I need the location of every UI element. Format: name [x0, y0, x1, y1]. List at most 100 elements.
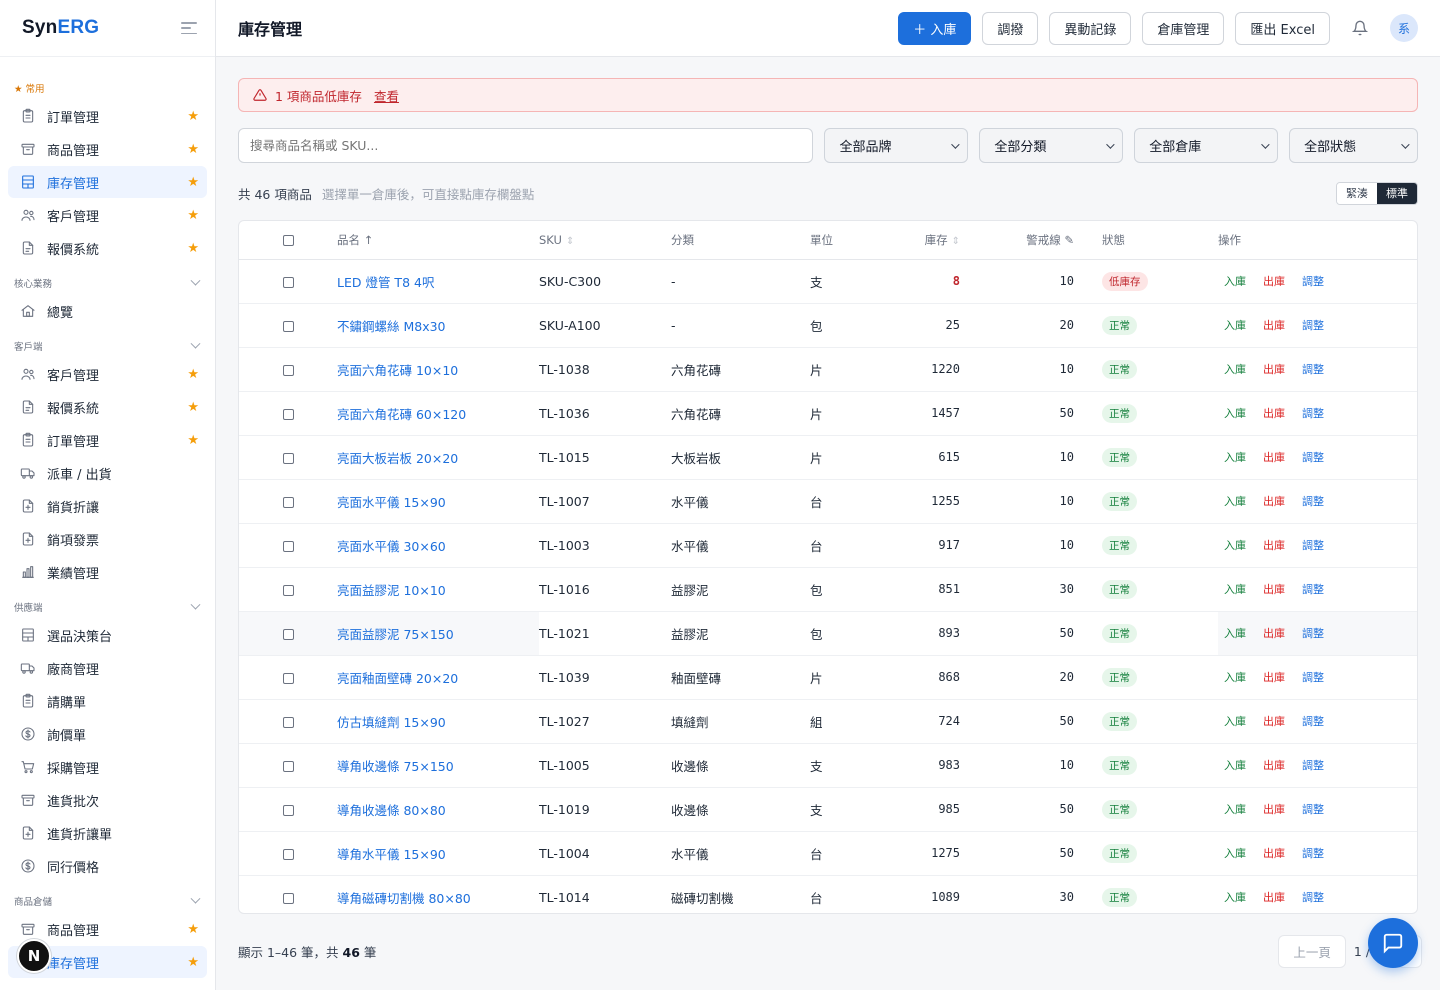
sidebar-item[interactable]: 報價系統 ★ — [8, 391, 207, 423]
table-row[interactable]: 不鏽鋼螺絲 M8x30 SKU-A100- 包 25 20 正常 入庫 出庫 調整 — [239, 303, 1417, 348]
product-name-link[interactable]: 導角磁磚切割機 80×80 — [337, 891, 471, 906]
row-adjust-link[interactable]: 調整 — [1302, 627, 1324, 640]
cell-stock[interactable]: 615 — [880, 435, 960, 480]
star-icon[interactable]: ★ — [187, 241, 199, 256]
chat-icon[interactable] — [1368, 918, 1418, 968]
row-stock-in-link[interactable]: 入庫 — [1224, 539, 1246, 552]
alert-view-link[interactable]: 查看 — [374, 86, 399, 105]
row-stock-out-link[interactable]: 出庫 — [1263, 847, 1285, 860]
sidebar-item[interactable]: 選品決策台 — [8, 619, 207, 651]
product-name-link[interactable]: 仿古填縫劑 15×90 — [337, 715, 446, 730]
row-stock-out-link[interactable]: 出庫 — [1263, 407, 1285, 420]
row-stock-in-link[interactable]: 入庫 — [1224, 319, 1246, 332]
row-stock-in-link[interactable]: 入庫 — [1224, 275, 1246, 288]
star-icon[interactable]: ★ — [187, 433, 199, 448]
star-icon[interactable]: ★ — [187, 400, 199, 415]
density-standard-option[interactable]: 標準 — [1377, 182, 1417, 204]
table-row[interactable]: 導角收邊條 80×80 TL-1019 收邊條支 985 50 正常 入庫 出庫 調整 — [239, 787, 1417, 832]
cell-stock[interactable]: 985 — [880, 787, 960, 832]
status-select[interactable]: 全部狀態 — [1289, 128, 1419, 163]
row-stock-out-link[interactable]: 出庫 — [1263, 451, 1285, 464]
row-stock-in-link[interactable]: 入庫 — [1224, 759, 1246, 772]
row-stock-out-link[interactable]: 出庫 — [1263, 275, 1285, 288]
table-row[interactable]: 導角收邊條 75×150 TL-1005 收邊條支 983 10 正常 入庫 出庫 調整 — [239, 743, 1417, 788]
product-name-link[interactable]: 亮面水平儀 15×90 — [337, 495, 446, 510]
sidebar-item[interactable]: 訂單管理 ★ — [8, 424, 207, 456]
table-row[interactable]: LED 燈管 T8 4呎 SKU-C300- 支 8 10 低庫存 入庫 出庫 調整 — [239, 259, 1417, 304]
product-name-link[interactable]: 導角水平儀 15×90 — [337, 847, 446, 862]
sidebar-item[interactable]: 業績管理 — [8, 556, 207, 588]
product-name-link[interactable]: 亮面釉面壁磚 20×20 — [337, 671, 458, 686]
cell-stock[interactable]: 724 — [880, 699, 960, 744]
cell-alert-line[interactable]: 30 — [960, 875, 1074, 913]
sidebar-item[interactable]: 派車 / 出貨 — [8, 457, 207, 489]
row-stock-out-link[interactable]: 出庫 — [1263, 715, 1285, 728]
row-stock-out-link[interactable]: 出庫 — [1263, 671, 1285, 684]
row-checkbox[interactable] — [282, 452, 294, 464]
product-name-link[interactable]: 亮面大板岩板 20×20 — [337, 451, 458, 466]
row-stock-in-link[interactable]: 入庫 — [1224, 891, 1246, 904]
row-stock-out-link[interactable]: 出庫 — [1263, 495, 1285, 508]
star-icon[interactable]: ★ — [187, 142, 199, 157]
sidebar-group-title[interactable]: 核心業務 — [0, 272, 215, 294]
table-row[interactable]: 導角水平儀 15×90 TL-1004 水平儀台 1275 50 正常 入庫 出庫 調整 — [239, 831, 1417, 876]
row-stock-in-link[interactable]: 入庫 — [1224, 363, 1246, 376]
brand-select[interactable]: 全部品牌 — [824, 128, 969, 163]
row-checkbox[interactable] — [282, 496, 294, 508]
row-stock-out-link[interactable]: 出庫 — [1263, 803, 1285, 816]
cell-alert-line[interactable]: 10 — [960, 523, 1074, 568]
star-icon[interactable]: ★ — [187, 367, 199, 382]
product-name-link[interactable]: LED 燈管 T8 4呎 — [337, 275, 434, 290]
row-adjust-link[interactable]: 調整 — [1302, 407, 1324, 420]
sidebar-group-title[interactable]: 客戶端 — [0, 335, 215, 357]
cell-alert-line[interactable]: 10 — [960, 435, 1074, 480]
row-checkbox[interactable] — [282, 540, 294, 552]
col-header-name[interactable]: 品名 ↑ — [337, 221, 539, 260]
cell-stock[interactable]: 8 — [880, 259, 960, 304]
cell-alert-line[interactable]: 50 — [960, 611, 1074, 656]
row-adjust-link[interactable]: 調整 — [1302, 495, 1324, 508]
row-stock-out-link[interactable]: 出庫 — [1263, 319, 1285, 332]
row-stock-in-link[interactable]: 入庫 — [1224, 627, 1246, 640]
search-input[interactable] — [238, 128, 814, 163]
cell-alert-line[interactable]: 10 — [960, 347, 1074, 392]
row-stock-out-link[interactable]: 出庫 — [1263, 627, 1285, 640]
cell-stock[interactable]: 983 — [880, 743, 960, 788]
row-stock-out-link[interactable]: 出庫 — [1263, 891, 1285, 904]
bell-icon[interactable] — [1350, 18, 1370, 38]
sidebar-group-title[interactable]: 商品倉儲 — [0, 890, 215, 912]
product-name-link[interactable]: 導角收邊條 80×80 — [337, 803, 446, 818]
warehouse-select[interactable]: 全部倉庫 — [1134, 128, 1279, 163]
sidebar-item[interactable]: 請購單 — [8, 685, 207, 717]
row-stock-out-link[interactable]: 出庫 — [1263, 759, 1285, 772]
row-checkbox[interactable] — [282, 364, 294, 376]
sidebar-item[interactable]: 客戶管理 ★ — [8, 199, 207, 231]
row-adjust-link[interactable]: 調整 — [1302, 583, 1324, 596]
row-checkbox[interactable] — [282, 848, 294, 860]
row-checkbox[interactable] — [282, 760, 294, 772]
col-header-stock[interactable]: 庫存 ⇕ — [880, 221, 960, 260]
product-name-link[interactable]: 亮面水平儀 30×60 — [337, 539, 446, 554]
product-name-link[interactable]: 不鏽鋼螺絲 M8x30 — [337, 319, 446, 334]
table-row[interactable]: 導角磁磚切割機 80×80 TL-1014 磁磚切割機台 1089 30 正常 入庫 出庫 調整 — [239, 875, 1417, 913]
cell-alert-line[interactable]: 10 — [960, 259, 1074, 304]
cell-alert-line[interactable]: 30 — [960, 567, 1074, 612]
row-adjust-link[interactable]: 調整 — [1302, 539, 1324, 552]
row-adjust-link[interactable]: 調整 — [1302, 759, 1324, 772]
star-icon[interactable]: ★ — [187, 175, 199, 190]
row-checkbox[interactable] — [282, 584, 294, 596]
sidebar-item[interactable]: 訂單管理 ★ — [8, 100, 207, 132]
sidebar-item[interactable]: 廠商管理 — [8, 652, 207, 684]
row-stock-in-link[interactable]: 入庫 — [1224, 803, 1246, 816]
row-adjust-link[interactable]: 調整 — [1302, 671, 1324, 684]
row-adjust-link[interactable]: 調整 — [1302, 891, 1324, 904]
row-adjust-link[interactable]: 調整 — [1302, 319, 1324, 332]
row-stock-in-link[interactable]: 入庫 — [1224, 451, 1246, 464]
sidebar-item[interactable]: 總覽 — [8, 295, 207, 327]
sidebar-item[interactable]: 採購管理 — [8, 751, 207, 783]
category-select[interactable]: 全部分類 — [979, 128, 1124, 163]
cell-stock[interactable]: 893 — [880, 611, 960, 656]
cell-alert-line[interactable]: 10 — [960, 743, 1074, 788]
table-row[interactable]: 亮面水平儀 30×60 TL-1003 水平儀台 917 10 正常 入庫 出庫 調整 — [239, 523, 1417, 568]
row-stock-in-link[interactable]: 入庫 — [1224, 847, 1246, 860]
